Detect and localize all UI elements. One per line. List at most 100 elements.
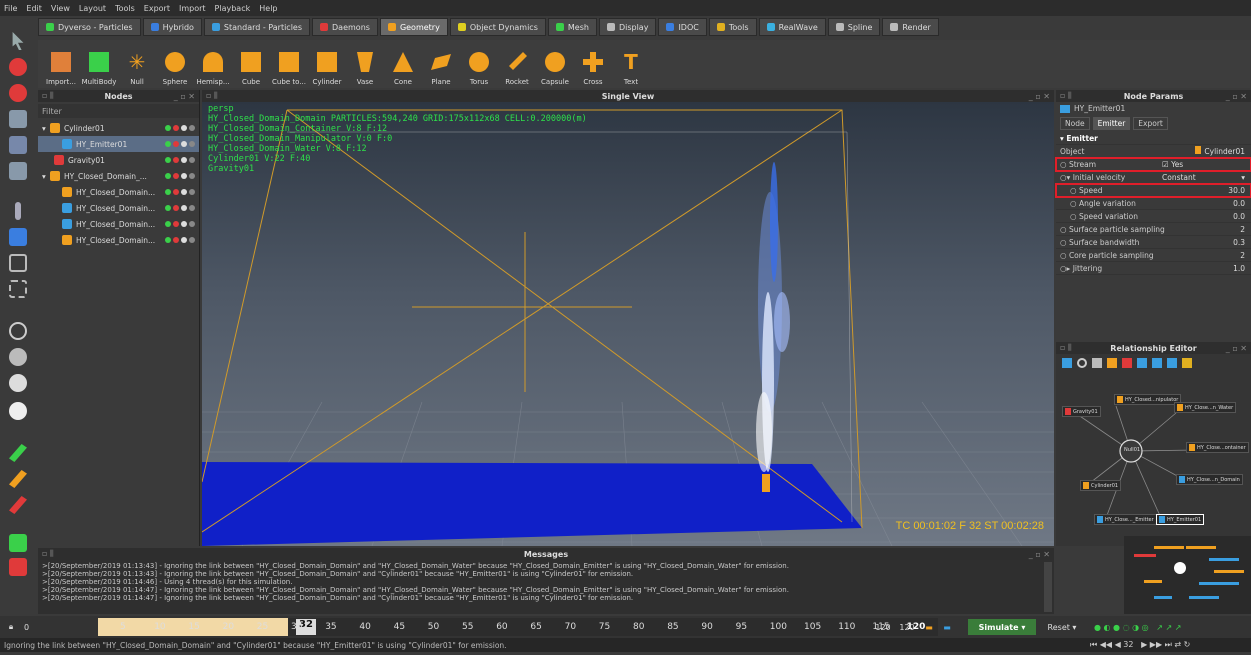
flag-icon[interactable] (165, 173, 171, 179)
menu-layout[interactable]: Layout (79, 4, 106, 13)
mixed-brush-icon[interactable] (9, 470, 27, 488)
param-initial-velocity[interactable]: ○▾ Initial velocity Constant ▾ (1056, 171, 1251, 184)
lock-icon[interactable]: 🔒︎ (4, 619, 18, 635)
relationship-node[interactable]: HY_Close...n_Water (1174, 402, 1237, 413)
wire-box-icon[interactable] (9, 280, 27, 298)
shelf-multibody-button[interactable]: MultiBody (80, 42, 118, 88)
param-value[interactable]: 2 (1240, 251, 1245, 260)
node-visibility-flags[interactable] (165, 205, 195, 211)
tab-realwave[interactable]: RealWave (758, 18, 826, 36)
timeline-ruler[interactable]: 32 5 10 15 20 25 30 35 40 45 50 55 60 65 70 75 80 85 90 95… (98, 618, 938, 636)
param-value[interactable]: 0.3 (1233, 238, 1245, 247)
shelf-sphere-button[interactable]: Sphere (156, 42, 194, 88)
panel-window-controls[interactable]: _ ▫ ✕ (1226, 92, 1247, 101)
param-value[interactable]: 0.0 (1233, 212, 1245, 221)
flag-icon[interactable] (165, 221, 171, 227)
flag-icon[interactable] (181, 125, 187, 131)
param-value[interactable]: 30.0 (1228, 186, 1245, 195)
shelf-capsule-button[interactable]: Capsule (536, 42, 574, 88)
tab-emitter[interactable]: Emitter (1092, 117, 1131, 130)
node-visibility-flags[interactable] (165, 141, 195, 147)
expand-arrow-icon[interactable]: ▾ (42, 124, 50, 133)
flag-icon[interactable] (173, 141, 179, 147)
pencil-icon[interactable] (15, 202, 21, 220)
node-tree-item[interactable]: ▾ Cylinder01 (38, 120, 199, 136)
move-tool-icon[interactable] (9, 58, 27, 76)
stream-checkbox[interactable]: ☑ Yes (1162, 160, 1183, 169)
frame-field[interactable]: 32 (1123, 640, 1133, 649)
node-tree-item[interactable]: HY_Emitter01 (38, 136, 199, 152)
flag-icon[interactable] (181, 221, 187, 227)
flag-icon[interactable] (181, 205, 187, 211)
menu-file[interactable]: File (4, 4, 17, 13)
red-brush-icon[interactable] (9, 496, 27, 514)
relationship-node[interactable]: Gravity01 (1062, 406, 1101, 417)
panel-grip-icon[interactable]: ▫ ⫼ (206, 91, 218, 101)
filter-icon[interactable] (1152, 358, 1162, 368)
node-visibility-flags[interactable] (165, 189, 195, 195)
tab-daemons[interactable]: Daemons (312, 18, 378, 36)
flag-icon[interactable] (189, 141, 195, 147)
flag-icon[interactable] (189, 173, 195, 179)
tab-idoc[interactable]: IDOC (658, 18, 707, 36)
node-visibility-flags[interactable] (165, 125, 195, 131)
tab-geometry[interactable]: Geometry (379, 18, 448, 36)
playback-controls[interactable]: ⏮ ◀◀ ◀ 32 ▶ ▶▶ ⏭ ⇄ ↻ (1090, 640, 1190, 650)
param-value[interactable]: 0.0 (1233, 199, 1245, 208)
flag-icon[interactable] (181, 237, 187, 243)
shelf-cube-button[interactable]: Cube (232, 42, 270, 88)
end-frame-field-2[interactable]: 120 (896, 619, 918, 635)
node-visibility-flags[interactable] (165, 157, 195, 163)
axis-icon[interactable] (9, 228, 27, 246)
flag-icon[interactable] (173, 173, 179, 179)
select-tool-icon[interactable] (12, 32, 24, 50)
camera-pan-icon[interactable] (9, 136, 27, 154)
tab-display[interactable]: Display (598, 18, 657, 36)
param-surface-particle-sampling[interactable]: ○ Surface particle sampling 2 (1056, 223, 1251, 236)
param-jittering[interactable]: ○▸ Jittering 1.0 (1056, 262, 1251, 275)
relationship-node[interactable]: HY_Close..._Emitter (1094, 514, 1157, 525)
param-object[interactable]: Object Cylinder01 (1056, 145, 1251, 158)
tab-tools[interactable]: Tools (708, 18, 757, 36)
menu-export[interactable]: Export (144, 4, 170, 13)
flag-icon[interactable] (181, 189, 187, 195)
flag-icon[interactable] (189, 205, 195, 211)
shelf-cylinder-button[interactable]: Cylinder (308, 42, 346, 88)
layout-icon[interactable] (1107, 358, 1117, 368)
panel-window-controls[interactable]: _ ▫ ✕ (1029, 550, 1050, 559)
relationship-node[interactable]: Null01 (1122, 446, 1142, 454)
flag-icon[interactable] (165, 125, 171, 131)
expand-icon[interactable] (1182, 358, 1192, 368)
relationship-node[interactable]: HY_Closed...nipulator (1114, 394, 1182, 405)
node-visibility-flags[interactable] (165, 237, 195, 243)
flag-icon[interactable] (189, 237, 195, 243)
param-surface-bandwidth[interactable]: ○ Surface bandwidth 0.3 (1056, 236, 1251, 249)
camera-zoom-icon[interactable] (9, 162, 27, 180)
menu-import[interactable]: Import (179, 4, 206, 13)
flag-icon[interactable] (173, 125, 179, 131)
tab-export[interactable]: Export (1133, 117, 1168, 130)
tab-mesh[interactable]: Mesh (547, 18, 597, 36)
filter-input[interactable]: Filter (38, 104, 199, 118)
shelf-import-button[interactable]: Import... (42, 42, 80, 88)
tab-hybrido[interactable]: Hybrido (142, 18, 202, 36)
shaded-sphere-icon[interactable] (9, 374, 27, 392)
param-value[interactable]: 1.0 (1233, 264, 1245, 273)
shelf-cone-button[interactable]: Cone (384, 42, 422, 88)
flag-icon[interactable] (173, 221, 179, 227)
menu-view[interactable]: View (51, 4, 70, 13)
relationship-minimap[interactable] (1124, 536, 1251, 614)
param-object-value[interactable]: Cylinder01 (1195, 146, 1245, 156)
flag-icon[interactable] (189, 221, 195, 227)
shelf-null-button[interactable]: ✳ Null (118, 42, 156, 88)
grid-icon[interactable] (1092, 358, 1102, 368)
scale-tool-icon[interactable] (9, 110, 27, 128)
grid-sphere-icon[interactable] (9, 348, 27, 366)
panel-window-controls[interactable]: _ ▫ ✕ (1029, 92, 1050, 101)
flag-icon[interactable] (189, 157, 195, 163)
tree-icon[interactable] (1137, 358, 1147, 368)
tab-spline[interactable]: Spline (827, 18, 881, 36)
initial-velocity-select[interactable]: Constant ▾ (1162, 173, 1245, 182)
menu-help[interactable]: Help (259, 4, 277, 13)
shelf-cube-to-button[interactable]: Cube to... (270, 42, 308, 88)
